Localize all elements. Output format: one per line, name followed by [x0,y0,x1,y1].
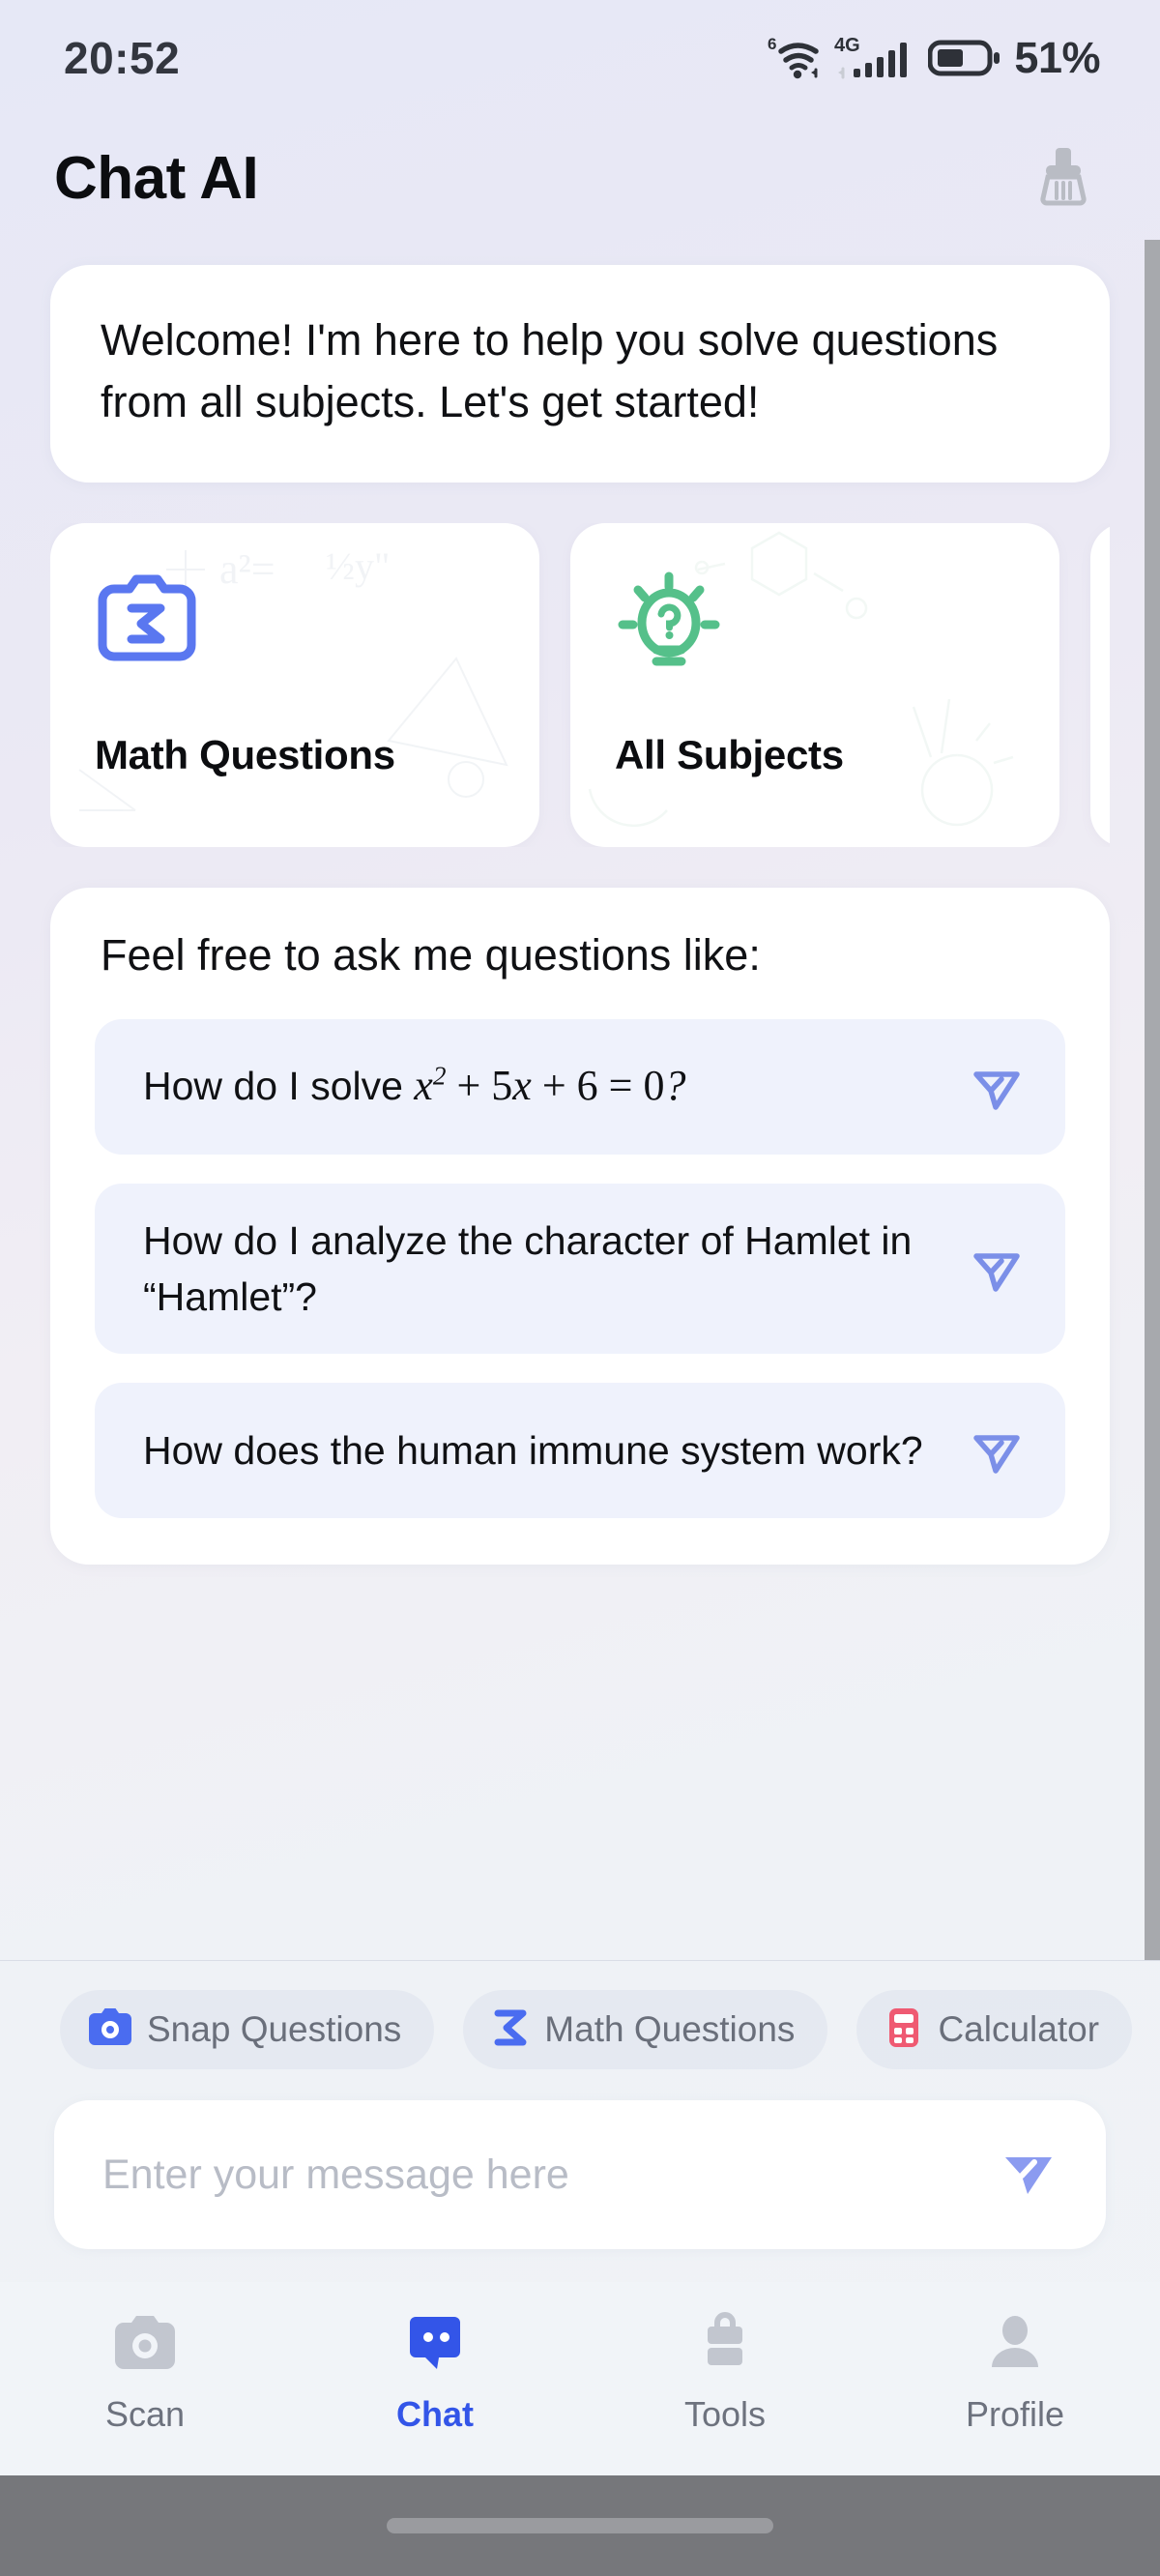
suggestion-prefix: How do I solve [143,1064,415,1109]
lightbulb-question-icon [615,570,1015,676]
chip-math-questions[interactable]: Math Questions [463,1990,828,2069]
cellular-signal-icon: 4G [834,34,917,82]
camera-icon [111,2307,179,2379]
chip-calculator[interactable]: Calculator [856,1990,1133,2069]
camera-sigma-icon [95,570,495,676]
status-indicators: 6 4G 51% [768,33,1100,83]
suggestion-item[interactable]: How do I analyze the character of Hamlet… [95,1183,1065,1355]
welcome-message-text: Welcome! I'm here to help you solve ques… [101,315,999,427]
chip-label: Snap Questions [147,2009,402,2049]
message-input[interactable] [102,2151,994,2199]
clear-chat-button[interactable] [1027,141,1100,215]
suggestions-card: Feel free to ask me questions like: How … [50,887,1110,1566]
category-carousel[interactable]: a²= ½y" Math Questions All Subjects [50,522,1110,847]
nav-item-scan[interactable]: Scan [0,2307,290,2435]
send-button[interactable] [994,2139,1065,2210]
broom-icon [1033,144,1093,213]
chip-snap-questions[interactable]: Snap Questions [60,1990,435,2069]
nav-item-profile[interactable]: Profile [870,2307,1160,2435]
system-gesture-bar [0,2475,1160,2576]
app-screen: 20:52 6 4G 51% Chat AI Welcome! I'm here… [0,0,1160,2576]
send-outline-icon[interactable] [969,1422,1025,1478]
math-expression: x2 + 5x + 6 = 0? [414,1061,686,1110]
status-clock: 20:52 [64,33,181,83]
send-outline-icon[interactable] [969,1241,1025,1297]
status-bar: 20:52 6 4G 51% [0,0,1160,116]
category-label: Math Questions [95,731,395,777]
svg-text:6: 6 [768,35,776,53]
calculator-icon [884,2005,924,2055]
chat-scroll-area[interactable]: Welcome! I'm here to help you solve ques… [0,240,1160,1960]
page-title: Chat AI [54,144,259,212]
camera-icon [87,2005,133,2055]
suggestion-text: How do I analyze the character of Hamlet… [143,1217,913,1319]
bottom-navigation: Scan Chat Tools Profile [0,2282,1160,2475]
sigma-icon [490,2005,531,2055]
battery-icon [928,36,1001,80]
nav-label: Scan [104,2394,186,2434]
suggestion-text: How do I solve x2 + 5x + 6 = 0? [143,1056,943,1116]
chat-bubble-icon [402,2307,468,2379]
suggestion-item[interactable]: How does the human immune system work? [95,1383,1065,1519]
suggestion-text: How does the human immune system work? [143,1428,923,1474]
home-indicator[interactable] [387,2518,773,2533]
quick-action-chips[interactable]: Snap Questions Math Questions Calculator [0,1961,1160,2093]
nav-item-tools[interactable]: Tools [580,2307,870,2435]
category-card-all-subjects[interactable]: All Subjects [570,522,1059,847]
wifi-icon: 6 [768,34,824,82]
nav-label: Chat [396,2394,474,2434]
composer [0,2093,1160,2282]
message-input-box[interactable] [54,2100,1106,2249]
category-card-partial[interactable] [1090,522,1110,847]
welcome-message-card: Welcome! I'm here to help you solve ques… [50,265,1110,483]
chip-label: Math Questions [544,2009,796,2049]
category-card-math[interactable]: a²= ½y" Math Questions [50,522,539,847]
nav-item-chat[interactable]: Chat [290,2307,580,2435]
nav-label: Tools [683,2394,767,2434]
battery-percent-label: 51% [1014,33,1100,82]
svg-text:4G: 4G [834,35,860,56]
suggestion-item[interactable]: How do I solve x2 + 5x + 6 = 0? [95,1018,1065,1155]
vertical-scrollbar[interactable] [1145,240,1160,1960]
toolbox-icon [694,2307,756,2379]
suggestions-title: Feel free to ask me questions like: [101,929,761,980]
send-filled-icon [998,2141,1061,2210]
chip-label: Calculator [938,2009,1100,2049]
app-header: Chat AI [0,116,1160,240]
send-outline-icon[interactable] [969,1059,1025,1115]
nav-label: Profile [965,2394,1065,2434]
person-icon [984,2307,1046,2379]
category-label: All Subjects [615,731,844,777]
